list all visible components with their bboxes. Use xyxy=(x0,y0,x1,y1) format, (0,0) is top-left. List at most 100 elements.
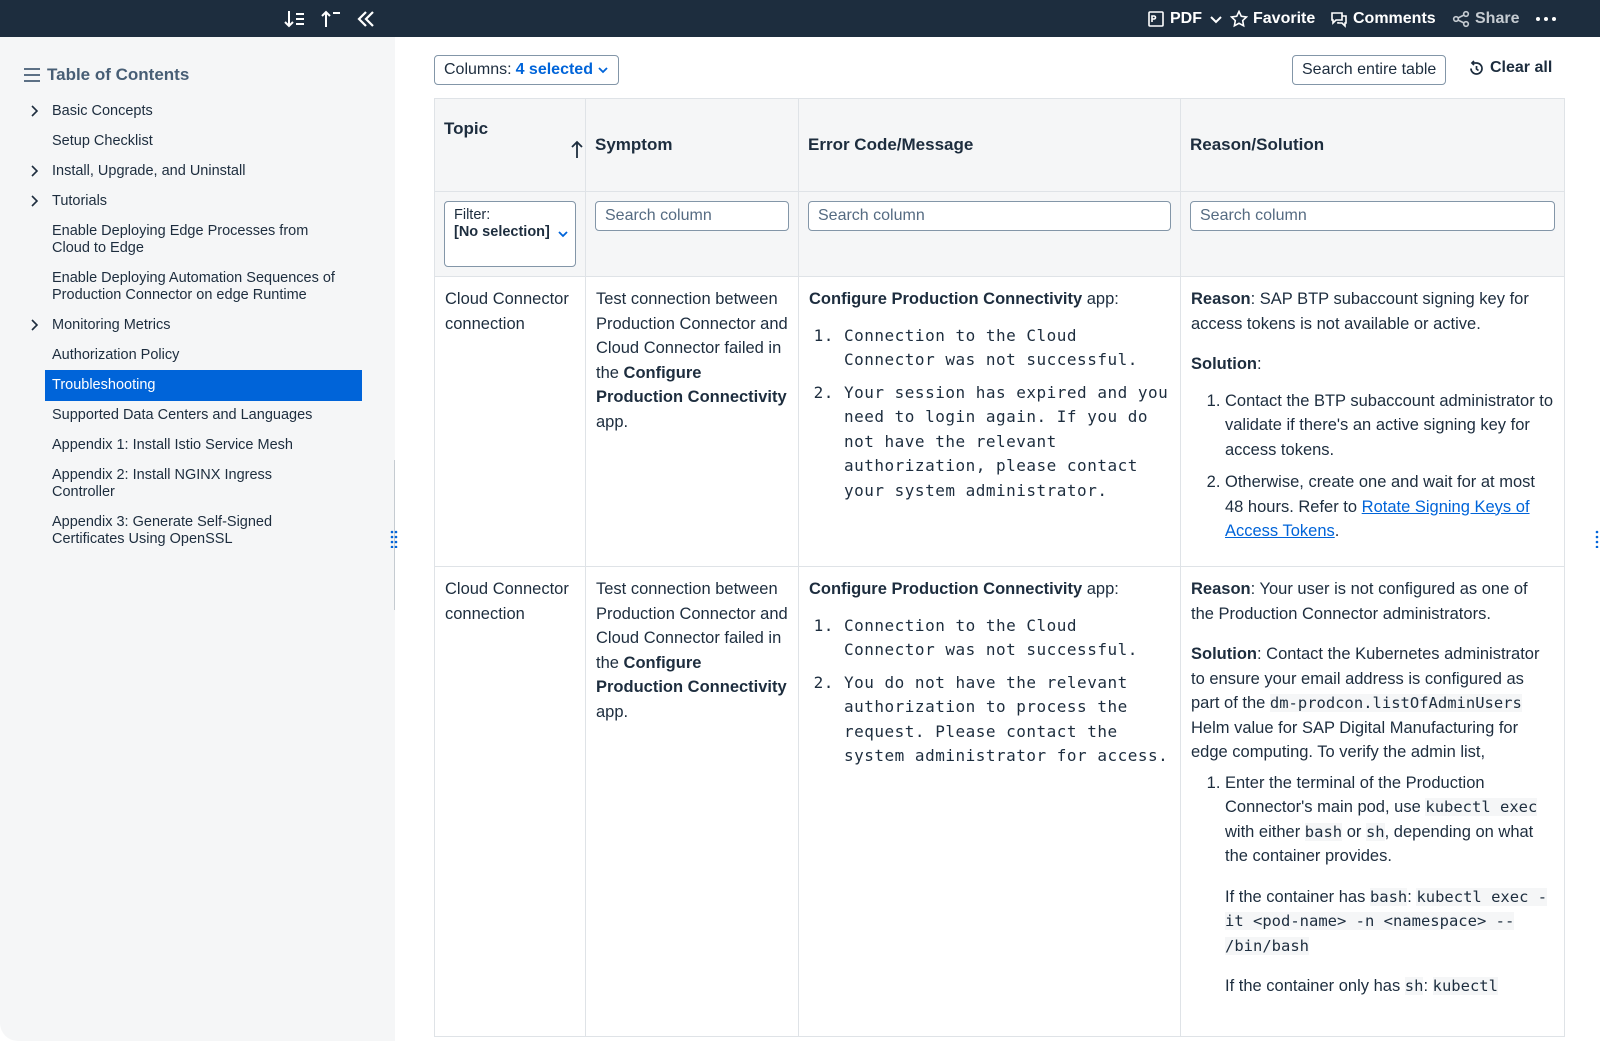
toc-item-label: Enable Deploying Automation Sequences of… xyxy=(52,270,335,303)
filter-value: [No selection] xyxy=(454,224,550,240)
step-text-or: or xyxy=(1342,822,1366,841)
column-header-symptom[interactable]: Symptom xyxy=(585,98,799,192)
toc-item-appendix-3[interactable]: Appendix 3: Generate Self-Signed Certifi… xyxy=(23,514,302,548)
pdf-icon xyxy=(1148,11,1164,27)
filter-cell-symptom xyxy=(585,191,799,277)
toc-item-setup-checklist[interactable]: Setup Checklist xyxy=(23,133,383,150)
table-row: Cloud Connector connection Test connecti… xyxy=(434,276,1565,567)
filter-cell-reason-solution xyxy=(1180,191,1565,277)
columns-select[interactable]: Columns: 4 selected xyxy=(434,55,619,85)
reason-label: Reason xyxy=(1191,580,1251,598)
solution-step: Contact the BTP subaccount administrator… xyxy=(1225,389,1554,463)
reason-paragraph: Reason: SAP BTP subaccount signing key f… xyxy=(1191,287,1554,336)
pdf-button[interactable]: PDF xyxy=(1147,8,1225,30)
helm-value-code: dm-prodcon.listOfAdminUsers xyxy=(1269,694,1522,712)
error-message: Connection to the Cloud Connector was no… xyxy=(844,324,1170,373)
symptom-cell: Test connection between Production Conne… xyxy=(585,276,799,567)
toc-item-tutorials[interactable]: Tutorials xyxy=(23,193,383,210)
error-cell: Configure Production Connectivity app: C… xyxy=(798,276,1181,567)
sh-instruction: If the container only has sh: kubectl xyxy=(1225,974,1554,999)
solution-step: Enter the terminal of the Production Con… xyxy=(1225,771,1554,999)
reset-icon xyxy=(1470,59,1483,75)
favorite-label: Favorite xyxy=(1253,10,1316,27)
error-message: You do not have the relevant authorizati… xyxy=(844,671,1170,769)
reason-solution-search-input[interactable] xyxy=(1190,201,1555,231)
error-list: Connection to the Cloud Connector was no… xyxy=(809,324,1170,504)
collapse-all-icon[interactable] xyxy=(320,8,342,30)
reason-paragraph: Reason: Your user is not configured as o… xyxy=(1191,577,1554,626)
favorite-button[interactable]: Favorite xyxy=(1230,8,1315,30)
topic-cell: Cloud Connector connection xyxy=(434,276,586,567)
toc-item-basic-concepts[interactable]: Basic Concepts xyxy=(23,103,383,120)
topic-cell: Cloud Connector connection xyxy=(434,566,586,1037)
column-header-label: Reason/Solution xyxy=(1190,135,1325,154)
error-app-line: Configure Production Connectivity app: xyxy=(809,577,1170,602)
filter-label: Filter: xyxy=(454,207,491,223)
solution-list: Enter the terminal of the Production Con… xyxy=(1191,771,1554,999)
error-message: Connection to the Cloud Connector was no… xyxy=(844,614,1170,663)
comments-label: Comments xyxy=(1353,10,1436,27)
chevron-right-icon[interactable] xyxy=(28,105,40,117)
symptom-app-name: Configure Production Connectivity xyxy=(596,363,787,407)
sh-command-code: kubectl xyxy=(1432,977,1498,995)
more-options-icon[interactable] xyxy=(1535,8,1557,30)
toc-item-data-centers[interactable]: Supported Data Centers and Languages xyxy=(23,407,383,424)
symptom-search-input[interactable] xyxy=(595,201,789,231)
column-header-topic[interactable]: Topic xyxy=(434,98,586,192)
toc-item-label: Troubleshooting xyxy=(52,377,156,393)
toc-item-label: Tutorials xyxy=(52,193,108,209)
symptom-app-name: Configure Production Connectivity xyxy=(596,653,787,697)
solution-heading: Solution: xyxy=(1191,352,1554,377)
error-app-suffix: app: xyxy=(1082,290,1119,308)
toc-item-troubleshooting[interactable]: Troubleshooting xyxy=(45,370,362,401)
column-header-label: Error Code/Message xyxy=(808,135,974,154)
error-code-search-input[interactable] xyxy=(808,201,1171,231)
clear-all-button[interactable]: Clear all xyxy=(1468,59,1552,77)
toc-item-appendix-2[interactable]: Appendix 2: Install NGINX Ingress Contro… xyxy=(23,467,302,501)
expand-all-icon[interactable] xyxy=(284,8,306,30)
toc-item-authorization-policy[interactable]: Authorization Policy xyxy=(23,347,383,364)
column-header-label: Topic xyxy=(444,119,489,138)
toc-item-label: Appendix 2: Install NGINX Ingress Contro… xyxy=(52,467,273,500)
error-message: Your session has expired and you need to… xyxy=(844,381,1170,504)
sh-code: sh xyxy=(1404,977,1424,995)
error-cell: Configure Production Connectivity app: C… xyxy=(798,566,1181,1037)
toc-header: Table of Contents xyxy=(23,65,189,85)
collapse-sidebar-icon[interactable] xyxy=(355,8,377,30)
toc-item-appendix-1[interactable]: Appendix 1: Install Istio Service Mesh xyxy=(23,437,383,454)
toc-item-label: Basic Concepts xyxy=(52,103,153,119)
column-header-label: Symptom xyxy=(595,135,673,154)
chevron-right-icon[interactable] xyxy=(28,195,40,207)
solution-step: Otherwise, create one and wait for at mo… xyxy=(1225,470,1554,544)
share-button[interactable]: Share xyxy=(1452,8,1519,30)
menu-icon xyxy=(24,68,40,82)
solution-list: Contact the BTP subaccount administrator… xyxy=(1191,389,1554,544)
troubleshooting-table: Topic Symptom Error Code/Message Reason/… xyxy=(434,98,1565,1037)
sh-text: If the container only has xyxy=(1225,977,1405,995)
column-header-error-code[interactable]: Error Code/Message xyxy=(798,98,1181,192)
columns-value: 4 selected xyxy=(515,61,593,78)
table-row: Cloud Connector connection Test connecti… xyxy=(434,566,1565,1037)
columns-label: Columns: xyxy=(444,61,512,78)
chevron-down-icon xyxy=(598,67,608,74)
toc-item-automation-sequences[interactable]: Enable Deploying Automation Sequences of… xyxy=(23,270,362,304)
toc-item-install-upgrade-uninstall[interactable]: Install, Upgrade, and Uninstall xyxy=(23,163,383,180)
topic-text: Cloud Connector connection xyxy=(445,580,569,623)
comments-button[interactable]: Comments xyxy=(1330,8,1436,30)
right-panel-grip-icon[interactable] xyxy=(1593,530,1600,548)
toc-item-edge-processes[interactable]: Enable Deploying Edge Processes from Clo… xyxy=(23,223,352,257)
search-entire-table-button[interactable]: Search entire table xyxy=(1292,55,1447,85)
chevron-right-icon[interactable] xyxy=(28,319,40,331)
chevron-right-icon[interactable] xyxy=(28,165,40,177)
filter-row: Filter: [No selection] xyxy=(434,191,1565,277)
resize-grip-icon[interactable] xyxy=(389,530,399,548)
topic-filter-select[interactable]: Filter: [No selection] xyxy=(444,201,576,267)
clear-all-label: Clear all xyxy=(1490,59,1553,76)
bash-code: bash xyxy=(1304,822,1343,841)
column-header-reason-solution[interactable]: Reason/Solution xyxy=(1180,98,1565,192)
step-text-mid: with either xyxy=(1225,822,1305,841)
solution-step-end: . xyxy=(1334,522,1340,540)
toc-item-label: Monitoring Metrics xyxy=(52,317,171,333)
sort-ascending-icon[interactable] xyxy=(570,139,584,159)
toc-item-monitoring-metrics[interactable]: Monitoring Metrics xyxy=(23,317,383,334)
